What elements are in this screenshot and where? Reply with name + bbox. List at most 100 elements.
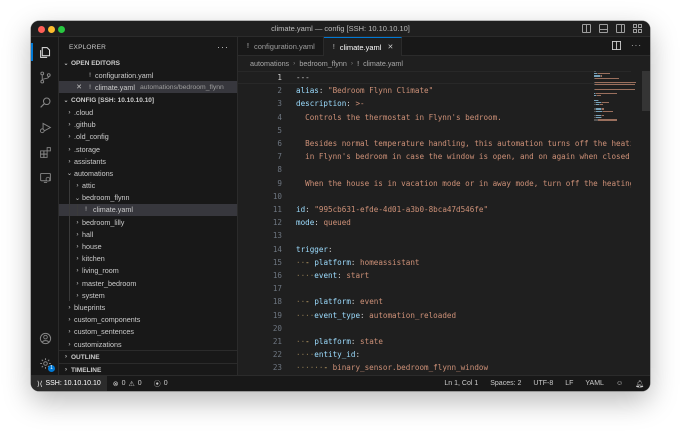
cursor-position[interactable]: Ln 1, Col 1 (438, 380, 484, 387)
minimap-line (601, 101, 609, 103)
minimap-line (601, 75, 603, 77)
tree-folder[interactable]: › .storage (59, 143, 237, 155)
tab-climate-yaml[interactable]: ! climate.yaml ✕ (323, 37, 403, 56)
close-editor-icon[interactable]: ✕ (73, 83, 85, 91)
indent-guide (69, 191, 70, 204)
scrollbar-thumb[interactable] (642, 71, 650, 111)
tree-folder[interactable]: › attic (59, 179, 237, 192)
minimap-line (594, 71, 596, 73)
outline-section-header[interactable]: › OUTLINE (59, 350, 238, 363)
extensions-icon[interactable] (36, 143, 54, 161)
workspace-section-header[interactable]: ⌄ CONFIG [SSH: 10.10.10.10] (59, 94, 237, 106)
code-line: 12 mode: queued (238, 216, 631, 229)
explorer-icon[interactable] (31, 43, 54, 61)
open-editor-name: configuration.yaml (95, 70, 154, 80)
toggle-primary-sidebar-icon[interactable] (582, 24, 591, 33)
explorer-more-actions-icon[interactable]: ··· (217, 42, 229, 52)
open-editors-section-header[interactable]: ⌄ OPEN EDITORS (59, 57, 237, 69)
tree-folder[interactable]: › hall (59, 228, 237, 241)
explorer-title: EXPLORER (69, 43, 107, 51)
outline-label: OUTLINE (71, 353, 100, 361)
run-debug-icon[interactable] (36, 118, 54, 136)
eol-setting[interactable]: LF (559, 380, 579, 387)
tree-folder[interactable]: › custom_components (59, 314, 237, 326)
tree-item-label: climate.yaml (93, 205, 133, 215)
code-line: 5 (238, 124, 631, 137)
language-mode[interactable]: YAML (579, 380, 610, 387)
tree-folder[interactable]: › living_room (59, 264, 237, 277)
tree-folder[interactable]: › custom_sentences (59, 326, 237, 338)
tree-file[interactable]: ! climate.yaml (59, 203, 237, 217)
chevron-right-icon: › (76, 182, 79, 190)
encoding-setting[interactable]: UTF-8 (527, 380, 559, 387)
tree-folder[interactable]: › .old_config (59, 131, 237, 143)
minimap[interactable] (594, 71, 638, 191)
source-control-icon[interactable] (36, 68, 54, 86)
tab-configuration-yaml[interactable]: ! configuration.yaml (238, 37, 324, 56)
breadcrumb-item[interactable]: automations (250, 59, 289, 68)
breadcrumb-item[interactable]: climate.yaml (363, 59, 403, 68)
code-token: alias (296, 86, 319, 96)
tree-folder[interactable]: › kitchen (59, 252, 237, 265)
remote-explorer-icon[interactable] (36, 168, 54, 186)
close-tab-icon[interactable]: ✕ (387, 43, 393, 51)
search-icon[interactable] (36, 93, 54, 111)
ports-indicator[interactable]: ⦿ 0 (148, 379, 174, 389)
explorer-sidebar: EXPLORER ··· ⌄ OPEN EDITORS ✕ ! configur… (59, 37, 238, 375)
tree-folder[interactable]: › master_bedroom (59, 277, 237, 290)
layout-controls (582, 24, 642, 33)
ports-count: 0 (163, 380, 168, 387)
toggle-panel-icon[interactable] (599, 24, 608, 33)
toggle-secondary-sidebar-icon[interactable] (616, 24, 625, 33)
code-editor[interactable]: 1 --- 2 alias: "Bedroom Flynn Climate" 3 desc… (238, 71, 650, 375)
yaml-file-icon: ! (357, 58, 360, 68)
code-token: : (318, 86, 329, 96)
chevron-right-icon: › (68, 328, 71, 336)
code-line: 4 Controls the thermostat in Flynn's bed… (238, 111, 631, 124)
line-number: 23 (272, 363, 282, 373)
line-number: 1 (277, 73, 282, 83)
tree-folder[interactable]: › .cloud (59, 106, 237, 118)
indent-guide (69, 216, 70, 229)
minimap-line (597, 99, 599, 101)
minimap-line (601, 117, 602, 119)
editor-area: ! configuration.yaml ! climate.yaml ✕ ··… (238, 37, 650, 375)
line-number: 9 (277, 178, 282, 188)
settings-gear-icon[interactable]: 1 (36, 354, 55, 372)
split-editor-icon[interactable] (612, 41, 621, 52)
remote-indicator[interactable]: ⟩⟨ SSH: 10.10.10.10 (31, 376, 107, 391)
code-token: - (305, 337, 315, 347)
error-icon: ⊗ (112, 380, 119, 388)
open-editor-item[interactable]: ✕ ! configuration.yaml (59, 69, 237, 81)
activity-bar: 1 (31, 37, 59, 375)
tree-folder[interactable]: › .github (59, 119, 237, 131)
tree-folder[interactable]: › house (59, 240, 237, 253)
chevron-right-icon: › (76, 230, 79, 238)
more-actions-icon[interactable]: ··· (631, 41, 642, 52)
open-editor-item-active[interactable]: ✕ ! climate.yaml automations/bedroom_fly… (59, 81, 237, 94)
notifications-icon[interactable]: 🔔︎ (629, 380, 650, 388)
tree-folder[interactable]: ⌄ bedroom_flynn (59, 191, 237, 204)
tree-item-label: .github (74, 120, 96, 130)
chevron-right-icon: › (76, 243, 79, 251)
timeline-label: TIMELINE (71, 366, 102, 374)
remote-icon: ⟩⟨ (37, 380, 43, 388)
tree-folder[interactable]: › assistants (59, 155, 237, 167)
tree-folder[interactable]: › bedroom_lilly (59, 216, 237, 229)
feedback-icon[interactable]: ☺ (610, 380, 629, 387)
account-icon[interactable] (36, 329, 54, 347)
problems-indicator[interactable]: ⊗ 0 ⚠ 0 (107, 380, 148, 388)
code-token: description (296, 99, 347, 109)
tree-folder[interactable]: › system (59, 289, 237, 302)
tree-folder[interactable]: ⌄ automations (59, 167, 237, 179)
tree-folder[interactable]: › customizations (59, 338, 237, 350)
code-token: - (323, 363, 333, 373)
customize-layout-icon[interactable] (633, 24, 642, 33)
line-number: 18 (272, 297, 282, 307)
breadcrumb-item[interactable]: bedroom_flynn (299, 59, 347, 68)
indent-guide (77, 203, 78, 217)
vertical-scrollbar[interactable] (642, 71, 650, 375)
indentation-setting[interactable]: Spaces: 2 (484, 380, 527, 387)
tree-folder[interactable]: › blueprints (59, 301, 237, 313)
